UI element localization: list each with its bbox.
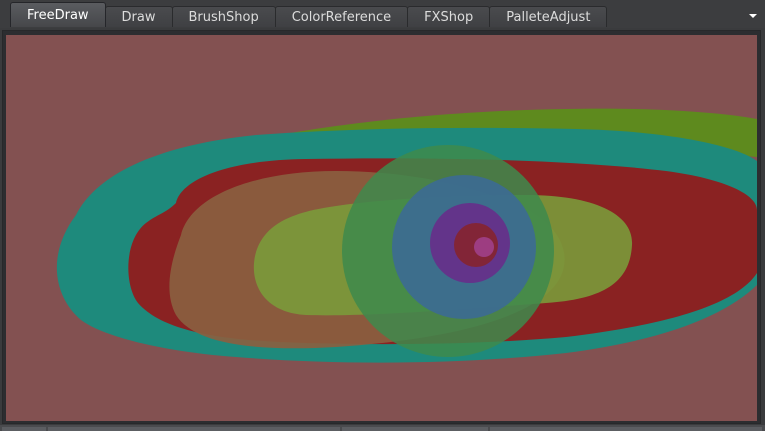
tab-bar: FreeDraw Draw BrushShop ColorReference F… bbox=[0, 0, 765, 28]
tab-brushshop[interactable]: BrushShop bbox=[171, 6, 276, 27]
bottom-segment bbox=[48, 427, 340, 431]
chevron-down-icon bbox=[749, 14, 757, 18]
drawing-canvas[interactable] bbox=[6, 35, 757, 421]
tab-fxshop[interactable]: FXShop bbox=[407, 6, 491, 27]
bottom-segment bbox=[2, 427, 46, 431]
bottom-segment bbox=[342, 427, 488, 431]
paint-strokes bbox=[56, 108, 757, 363]
tab-freedraw[interactable]: FreeDraw bbox=[10, 2, 106, 27]
bottom-status-strip bbox=[0, 425, 765, 431]
tab-menu-button[interactable] bbox=[745, 8, 761, 24]
tab-strip: FreeDraw Draw BrushShop ColorReference F… bbox=[10, 2, 608, 27]
freedraw-app: FreeDraw Draw BrushShop ColorReference F… bbox=[0, 0, 765, 431]
stroke-magenta bbox=[474, 237, 494, 257]
tab-palleteadjust[interactable]: PalleteAdjust bbox=[489, 6, 608, 27]
tab-colorreference[interactable]: ColorReference bbox=[274, 6, 409, 27]
canvas-frame bbox=[2, 30, 761, 424]
bottom-segment bbox=[490, 427, 762, 431]
tab-draw[interactable]: Draw bbox=[104, 6, 173, 27]
